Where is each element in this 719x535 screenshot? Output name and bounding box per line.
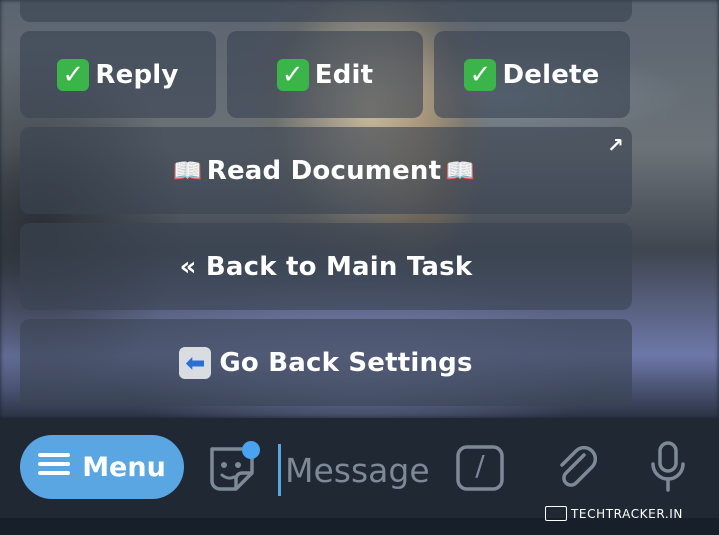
go-back-settings-button[interactable]: ⬅ Go Back Settings xyxy=(20,319,632,406)
check-icon: ✓ xyxy=(276,58,309,91)
menu-icon xyxy=(38,452,71,483)
back-to-main-task-button[interactable]: « Back to Main Task xyxy=(20,223,632,310)
attach-icon[interactable] xyxy=(554,443,600,493)
command-slash: / xyxy=(475,449,485,482)
check-icon: ✓ xyxy=(464,58,497,91)
menu-button[interactable]: Menu xyxy=(20,435,184,499)
back-arrow-icon: ⬅ xyxy=(179,346,212,379)
watermark: TECHTRACKER.IN xyxy=(545,506,683,521)
menu-label: Menu xyxy=(82,451,166,483)
check-icon: ✓ xyxy=(57,58,90,91)
edit-label: Edit xyxy=(314,59,374,90)
message-input[interactable] xyxy=(278,444,447,496)
book-icon: 📖 xyxy=(172,156,203,185)
microphone-icon[interactable] xyxy=(648,440,688,494)
delete-label: Delete xyxy=(502,59,600,90)
notification-dot xyxy=(242,441,260,459)
read-document-button[interactable]: 📖 Read Document 📖 ↗ xyxy=(20,127,632,214)
command-icon[interactable]: / xyxy=(456,445,504,491)
go-back-settings-label: Go Back Settings xyxy=(219,347,473,378)
reply-button[interactable]: ✓ Reply xyxy=(20,31,216,118)
back-to-main-task-label: « Back to Main Task xyxy=(179,251,473,282)
edit-button[interactable]: ✓ Edit xyxy=(227,31,423,118)
watermark-text: TECHTRACKER.IN xyxy=(571,506,683,521)
previous-button-row[interactable] xyxy=(20,0,632,22)
read-document-label: Read Document xyxy=(206,155,442,186)
book-icon: 📖 xyxy=(445,156,476,185)
delete-button[interactable]: ✓ Delete xyxy=(434,31,630,118)
reply-label: Reply xyxy=(95,59,179,90)
open-link-icon: ↗ xyxy=(607,133,624,157)
cursor-icon xyxy=(545,506,567,521)
sticker-icon[interactable] xyxy=(206,441,260,493)
